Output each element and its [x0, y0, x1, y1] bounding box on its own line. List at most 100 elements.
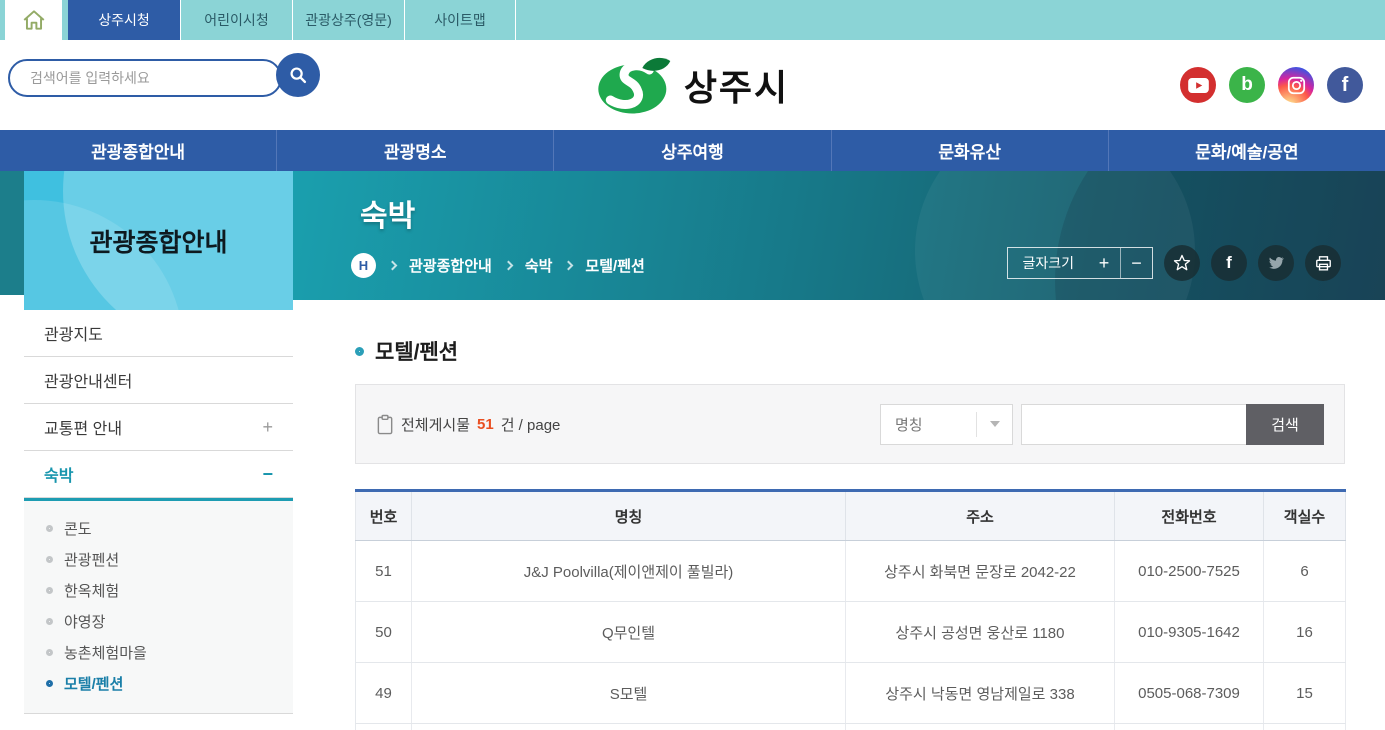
board-filter-bar: 전체게시물 51 건 / page 명칭 검색	[355, 384, 1345, 464]
submenu-item-condo[interactable]: 콘도	[24, 513, 293, 544]
cell-name-link[interactable]: Q무인텔	[412, 602, 846, 663]
nav-item-heritage[interactable]: 문화유산	[831, 130, 1108, 171]
search-button[interactable]	[276, 53, 320, 97]
submenu-item-camping[interactable]: 야영장	[24, 606, 293, 637]
topbar-tab-sitemap[interactable]: 사이트맵	[404, 0, 516, 40]
search-pill	[8, 59, 282, 97]
submenu-item-motel-pension[interactable]: 모텔/펜션	[24, 668, 293, 699]
section-heading: 모텔/펜션	[355, 336, 1345, 366]
nav-item-tour-info[interactable]: 관광종합안내	[0, 130, 276, 171]
breadcrumb-home[interactable]: H	[351, 253, 376, 278]
sidebar-item-transportation[interactable]: 교통편 안내 +	[24, 404, 293, 451]
nav-item-attractions[interactable]: 관광명소	[276, 130, 553, 171]
bullet-icon	[46, 618, 53, 625]
cell-name-link[interactable]: S모텔	[412, 663, 846, 724]
left-accent-strip	[0, 171, 24, 295]
expand-icon: +	[262, 417, 273, 438]
cell-phone: 010-9305-1642	[1115, 602, 1264, 663]
site-logo[interactable]: 상주시	[596, 56, 789, 114]
collapse-icon: −	[262, 464, 273, 485]
instagram-camera-icon	[1286, 75, 1307, 96]
cell-name-link[interactable]: J&J Poolvilla(제이앤제이 풀빌라)	[412, 541, 846, 602]
col-header-name: 명칭	[412, 491, 846, 541]
cell-number	[356, 724, 412, 730]
submenu-item-label: 한옥체험	[64, 580, 119, 601]
naver-blog-icon[interactable]: b	[1229, 67, 1265, 103]
search-icon	[287, 64, 309, 86]
board-search-button[interactable]: 검색	[1246, 404, 1324, 445]
col-header-number: 번호	[356, 491, 412, 541]
submenu-item-pension[interactable]: 관광펜션	[24, 544, 293, 575]
home-button[interactable]	[5, 0, 62, 40]
breadcrumb-item[interactable]: 숙박	[525, 255, 553, 276]
facebook-icon: f	[1226, 253, 1232, 273]
font-decrease-button[interactable]: −	[1120, 248, 1152, 278]
font-increase-button[interactable]: +	[1088, 248, 1120, 278]
board-count-info: 전체게시물 51 건 / page	[401, 414, 560, 435]
favorite-button[interactable]	[1164, 245, 1200, 281]
sangju-logo-icon	[596, 56, 672, 114]
cell-address	[846, 724, 1115, 730]
nav-item-culture-art[interactable]: 문화/예술/공연	[1108, 130, 1385, 171]
submenu-item-hanok[interactable]: 한옥체험	[24, 575, 293, 606]
chevron-right-icon	[388, 261, 398, 271]
sidebar-item-lodging[interactable]: 숙박 −	[24, 451, 293, 498]
search-input[interactable]	[30, 70, 230, 86]
breadcrumb-item[interactable]: 모텔/펜션	[585, 255, 644, 276]
sidebar-item-info-center[interactable]: 관광안내센터	[24, 357, 293, 404]
main-area: 관광종합안내 관광지도 관광안내센터 교통편 안내 + 숙박 − 콘도 관광펜션	[0, 171, 1385, 730]
breadcrumb: H 관광종합안내 숙박 모텔/펜션	[351, 253, 645, 278]
cell-phone: 0505-068-7309	[1115, 663, 1264, 724]
sidebar-item-tour-map[interactable]: 관광지도	[24, 310, 293, 357]
chevron-down-icon	[990, 421, 1000, 427]
table-header-row: 번호 명칭 주소 전화번호 객실수	[356, 491, 1346, 541]
sidebar-item-label: 관광지도	[44, 321, 103, 345]
sidebar-item-label: 교통편 안내	[44, 415, 122, 439]
logo-text: 상주시	[684, 59, 789, 111]
bullet-icon	[46, 680, 53, 687]
header-search	[8, 53, 320, 97]
font-size-label: 글자크기	[1008, 253, 1088, 273]
bullet-icon	[46, 525, 53, 532]
cell-rooms: 6	[1264, 541, 1346, 602]
bullet-icon	[46, 649, 53, 656]
submenu-item-farm-village[interactable]: 농촌체험마을	[24, 637, 293, 668]
table-row: 50 Q무인텔 상주시 공성면 웅산로 1180 010-9305-1642 1…	[356, 602, 1346, 663]
sidebar-item-label: 관광안내센터	[44, 368, 132, 392]
sidebar-menu: 관광지도 관광안내센터 교통편 안내 + 숙박 − 콘도 관광펜션 한옥체험	[24, 310, 293, 714]
main-navigation: 관광종합안내 관광명소 상주여행 문화유산 문화/예술/공연	[0, 130, 1385, 171]
home-icon	[21, 8, 47, 32]
cell-address: 상주시 화북면 문장로 2042-22	[846, 541, 1115, 602]
youtube-play-icon	[1188, 78, 1209, 93]
page-banner: 숙박 H 관광종합안내 숙박 모텔/펜션 글자크기 + − f	[293, 171, 1385, 300]
instagram-icon[interactable]	[1278, 67, 1314, 103]
sidebar-item-label: 숙박	[44, 462, 73, 486]
share-facebook-button[interactable]: f	[1211, 245, 1247, 281]
cell-rooms: 15	[1264, 663, 1346, 724]
print-button[interactable]	[1305, 245, 1341, 281]
cell-name	[412, 724, 846, 730]
utility-bar: 상주시청 어린이시청 관광상주(영문) 사이트맵	[0, 0, 1385, 40]
topbar-tab-city-hall[interactable]: 상주시청	[68, 0, 180, 40]
lodging-table: 번호 명칭 주소 전화번호 객실수 51 J&J Poolvilla(제이앤제이…	[355, 489, 1346, 730]
keyword-input[interactable]	[1021, 404, 1246, 445]
content-area: 모텔/펜션 전체게시물 51 건 / page 명칭 검색	[293, 300, 1385, 730]
table-row: 49 S모텔 상주시 낙동면 영남제일로 338 0505-068-7309 1…	[356, 663, 1346, 724]
submenu-item-label: 농촌체험마을	[64, 642, 147, 663]
submenu-item-label: 모텔/펜션	[64, 673, 123, 694]
chevron-right-icon	[503, 261, 513, 271]
breadcrumb-item[interactable]: 관광종합안내	[409, 255, 492, 276]
topbar-tab-english[interactable]: 관광상주(영문)	[292, 0, 404, 40]
submenu-item-label: 관광펜션	[64, 549, 119, 570]
section-title: 모텔/펜션	[375, 336, 458, 366]
topbar-tab-children[interactable]: 어린이시청	[180, 0, 292, 40]
search-field-select[interactable]: 명칭	[880, 404, 1013, 445]
col-header-address: 주소	[846, 491, 1115, 541]
facebook-icon[interactable]: f	[1327, 67, 1363, 103]
share-twitter-button[interactable]	[1258, 245, 1294, 281]
nav-item-sangju-travel[interactable]: 상주여행	[553, 130, 830, 171]
cell-rooms: 16	[1264, 602, 1346, 663]
banner-tools: 글자크기 + − f	[1007, 245, 1341, 281]
youtube-icon[interactable]	[1180, 67, 1216, 103]
col-header-phone: 전화번호	[1115, 491, 1264, 541]
